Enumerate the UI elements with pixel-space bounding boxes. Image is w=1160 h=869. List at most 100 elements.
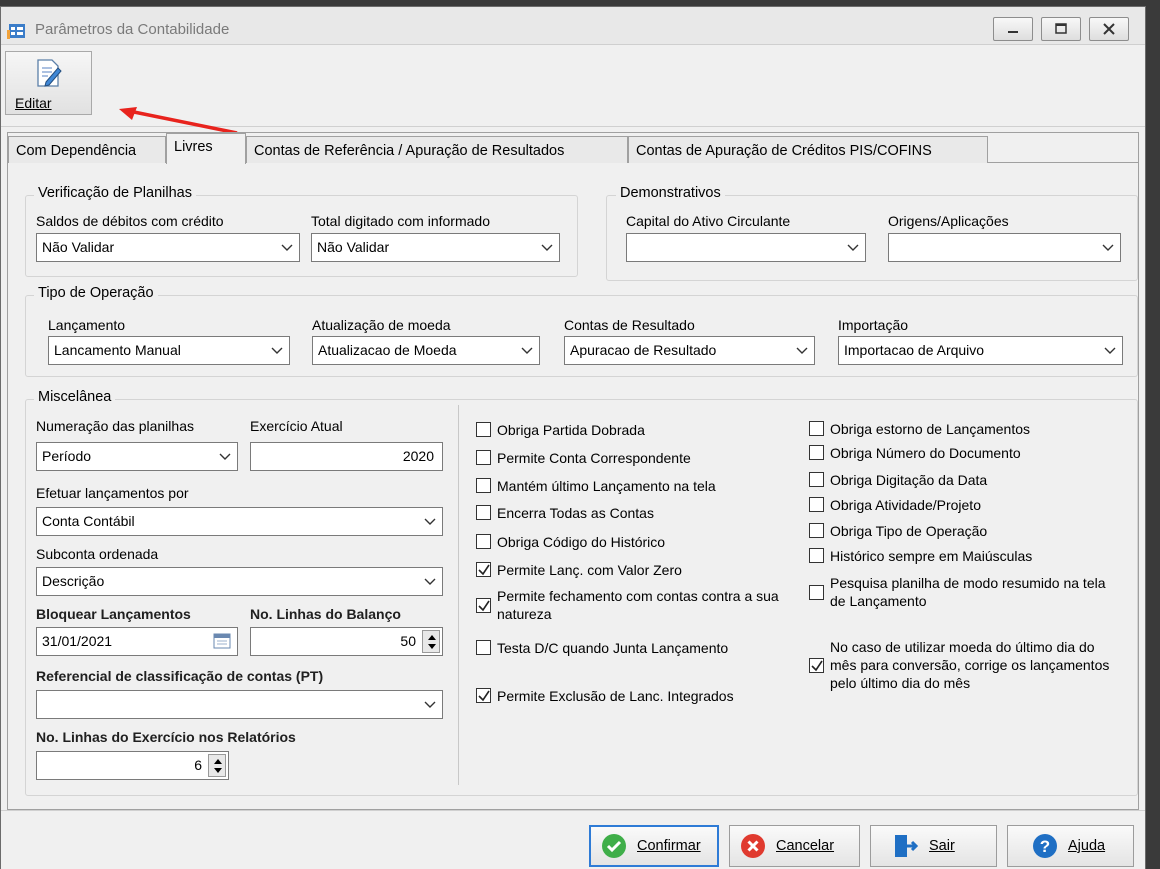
window-title: Parâmetros da Contabilidade	[35, 21, 230, 38]
linhas-exercicio-label: No. Linhas do Exercício nos Relatórios	[36, 729, 296, 745]
checkbox-moeda-ultimo-dia[interactable]: No caso de utilizar moeda do último dia …	[809, 638, 1121, 692]
check-icon	[478, 564, 490, 576]
checkbox-obriga-partida-dobrada[interactable]: Obriga Partida Dobrada	[476, 421, 645, 439]
calendar-icon[interactable]	[213, 633, 231, 649]
tipo-operacao-legend: Tipo de Operação	[34, 285, 158, 301]
referencial-select[interactable]	[36, 690, 443, 719]
tab-com-dependencia[interactable]: Com Dependência	[8, 136, 166, 163]
toolbar: Editar	[1, 45, 1145, 135]
edit-label: Editar	[15, 95, 52, 111]
contas-resultado-select[interactable]: Apuracao de Resultado	[564, 336, 815, 365]
contas-resultado-label: Contas de Resultado	[564, 317, 695, 333]
checkbox-permite-exclusao[interactable]: Permite Exclusão de Lanc. Integrados	[476, 687, 734, 705]
atualizacao-select[interactable]: Atualizacao de Moeda	[312, 336, 540, 365]
exit-button[interactable]: Sair	[870, 825, 997, 867]
check-icon	[478, 690, 490, 702]
linhas-exercicio-stepper[interactable]: 6	[36, 751, 229, 780]
saldos-label: Saldos de débitos com crédito	[36, 213, 224, 229]
close-button[interactable]	[1089, 17, 1129, 41]
chevron-down-icon	[219, 453, 231, 460]
checkbox-permite-conta-correspondente[interactable]: Permite Conta Correspondente	[476, 449, 691, 467]
importacao-select[interactable]: Importacao de Arquivo	[838, 336, 1123, 365]
check-icon	[478, 600, 490, 612]
help-question-icon: ?	[1033, 834, 1057, 858]
checkbox-obriga-codigo-historico[interactable]: Obriga Código do Histórico	[476, 533, 665, 551]
vertical-divider	[458, 405, 459, 785]
numeracao-select[interactable]: Período	[36, 442, 238, 471]
confirm-check-icon	[602, 834, 626, 858]
chevron-down-icon	[1102, 244, 1114, 251]
chevron-down-icon	[796, 347, 808, 354]
exercicio-input[interactable]: 2020	[250, 442, 443, 471]
chevron-down-icon	[424, 701, 436, 708]
checkbox-historico-maiusculas[interactable]: Histórico sempre em Maiúsculas	[809, 547, 1032, 565]
app-icon	[7, 24, 25, 39]
verificacao-legend: Verificação de Planilhas	[34, 185, 196, 201]
tab-livres[interactable]: Livres	[166, 133, 246, 164]
tab-contas-pis-cofins[interactable]: Contas de Apuração de Créditos PIS/COFIN…	[628, 136, 988, 163]
bloquear-date-input[interactable]: 31/01/2021	[36, 627, 238, 656]
importacao-label: Importação	[838, 317, 909, 333]
check-icon	[811, 660, 823, 672]
linhas-balanco-label: No. Linhas do Balanço	[250, 606, 401, 622]
maximize-button[interactable]	[1041, 17, 1081, 41]
chevron-down-icon	[271, 347, 283, 354]
checkbox-permite-fechamento[interactable]: Permite fechamento com contas contra a s…	[476, 587, 806, 623]
chevron-down-icon	[541, 244, 553, 251]
total-label: Total digitado com informado	[311, 213, 490, 229]
efetuar-label: Efetuar lançamentos por	[36, 485, 189, 501]
capital-label: Capital do Ativo Circulante	[626, 213, 791, 229]
tab-contas-referencia[interactable]: Contas de Referência / Apuração de Resul…	[246, 136, 628, 163]
total-select[interactable]: Não Validar	[311, 233, 560, 262]
chevron-down-icon	[424, 578, 436, 585]
miscelanea-legend: Miscelânea	[34, 389, 116, 405]
edit-button[interactable]: Editar	[5, 51, 92, 115]
footer-bar: Confirmar Cancelar Sair ? Ajuda	[1, 810, 1145, 869]
lancamento-select[interactable]: Lancamento Manual	[48, 336, 290, 365]
minimize-button[interactable]	[993, 17, 1033, 41]
maximize-icon	[1055, 23, 1067, 34]
checkbox-obriga-numero-documento[interactable]: Obriga Número do Documento	[809, 444, 1021, 462]
chevron-down-icon	[847, 244, 859, 251]
atualizacao-label: Atualização de moeda	[312, 317, 451, 333]
demonstrativos-legend: Demonstrativos	[616, 185, 725, 201]
chevron-down-icon	[1104, 347, 1116, 354]
numeracao-label: Numeração das planilhas	[36, 418, 194, 434]
checkbox-obriga-atividade-projeto[interactable]: Obriga Atividade/Projeto	[809, 496, 981, 514]
checkbox-pesquisa-resumido[interactable]: Pesquisa planilha de modo resumido na te…	[809, 574, 1109, 610]
subconta-label: Subconta ordenada	[36, 546, 159, 562]
subconta-select[interactable]: Descrição	[36, 567, 443, 596]
checkbox-testa-dc[interactable]: Testa D/C quando Junta Lançamento	[476, 639, 728, 657]
lancamento-label: Lançamento	[48, 317, 126, 333]
linhas-balanco-stepper[interactable]: 50	[250, 627, 443, 656]
efetuar-select[interactable]: Conta Contábil	[36, 507, 443, 536]
origens-select[interactable]	[888, 233, 1121, 262]
cancel-button[interactable]: Cancelar	[729, 825, 860, 867]
exercicio-label: Exercício Atual	[250, 418, 343, 434]
bloquear-label: Bloquear Lançamentos	[36, 606, 191, 622]
window: Parâmetros da Contabilidade Editar Com D…	[0, 6, 1146, 869]
spin-arrows-icon[interactable]	[208, 754, 226, 777]
checkbox-obriga-estorno[interactable]: Obriga estorno de Lançamentos	[809, 420, 1030, 438]
chevron-down-icon	[424, 518, 436, 525]
checkbox-mantem-ultimo-lancamento[interactable]: Mantém último Lançamento na tela	[476, 477, 716, 495]
checkbox-encerra-todas-contas[interactable]: Encerra Todas as Contas	[476, 504, 654, 522]
tab-panel: Com Dependência Livres Contas de Referên…	[7, 132, 1139, 810]
capital-select[interactable]	[626, 233, 866, 262]
checkbox-permite-valor-zero[interactable]: Permite Lanç. com Valor Zero	[476, 561, 682, 579]
confirm-button[interactable]: Confirmar	[589, 825, 719, 867]
origens-label: Origens/Aplicações	[888, 213, 1009, 229]
help-button[interactable]: ? Ajuda	[1007, 825, 1134, 867]
edit-document-icon	[37, 59, 62, 87]
title-bar: Parâmetros da Contabilidade	[1, 7, 1145, 45]
spin-arrows-icon[interactable]	[422, 630, 440, 653]
close-icon	[1103, 23, 1115, 35]
svg-text:?: ?	[1040, 837, 1050, 856]
minimize-icon	[1008, 31, 1018, 33]
exit-door-icon	[895, 835, 919, 857]
referencial-label: Referencial de classificação de contas (…	[36, 668, 324, 684]
checkbox-obriga-digitacao-data[interactable]: Obriga Digitação da Data	[809, 471, 987, 489]
checkbox-obriga-tipo-operacao[interactable]: Obriga Tipo de Operação	[809, 522, 987, 540]
saldos-select[interactable]: Não Validar	[36, 233, 300, 262]
chevron-down-icon	[521, 347, 533, 354]
